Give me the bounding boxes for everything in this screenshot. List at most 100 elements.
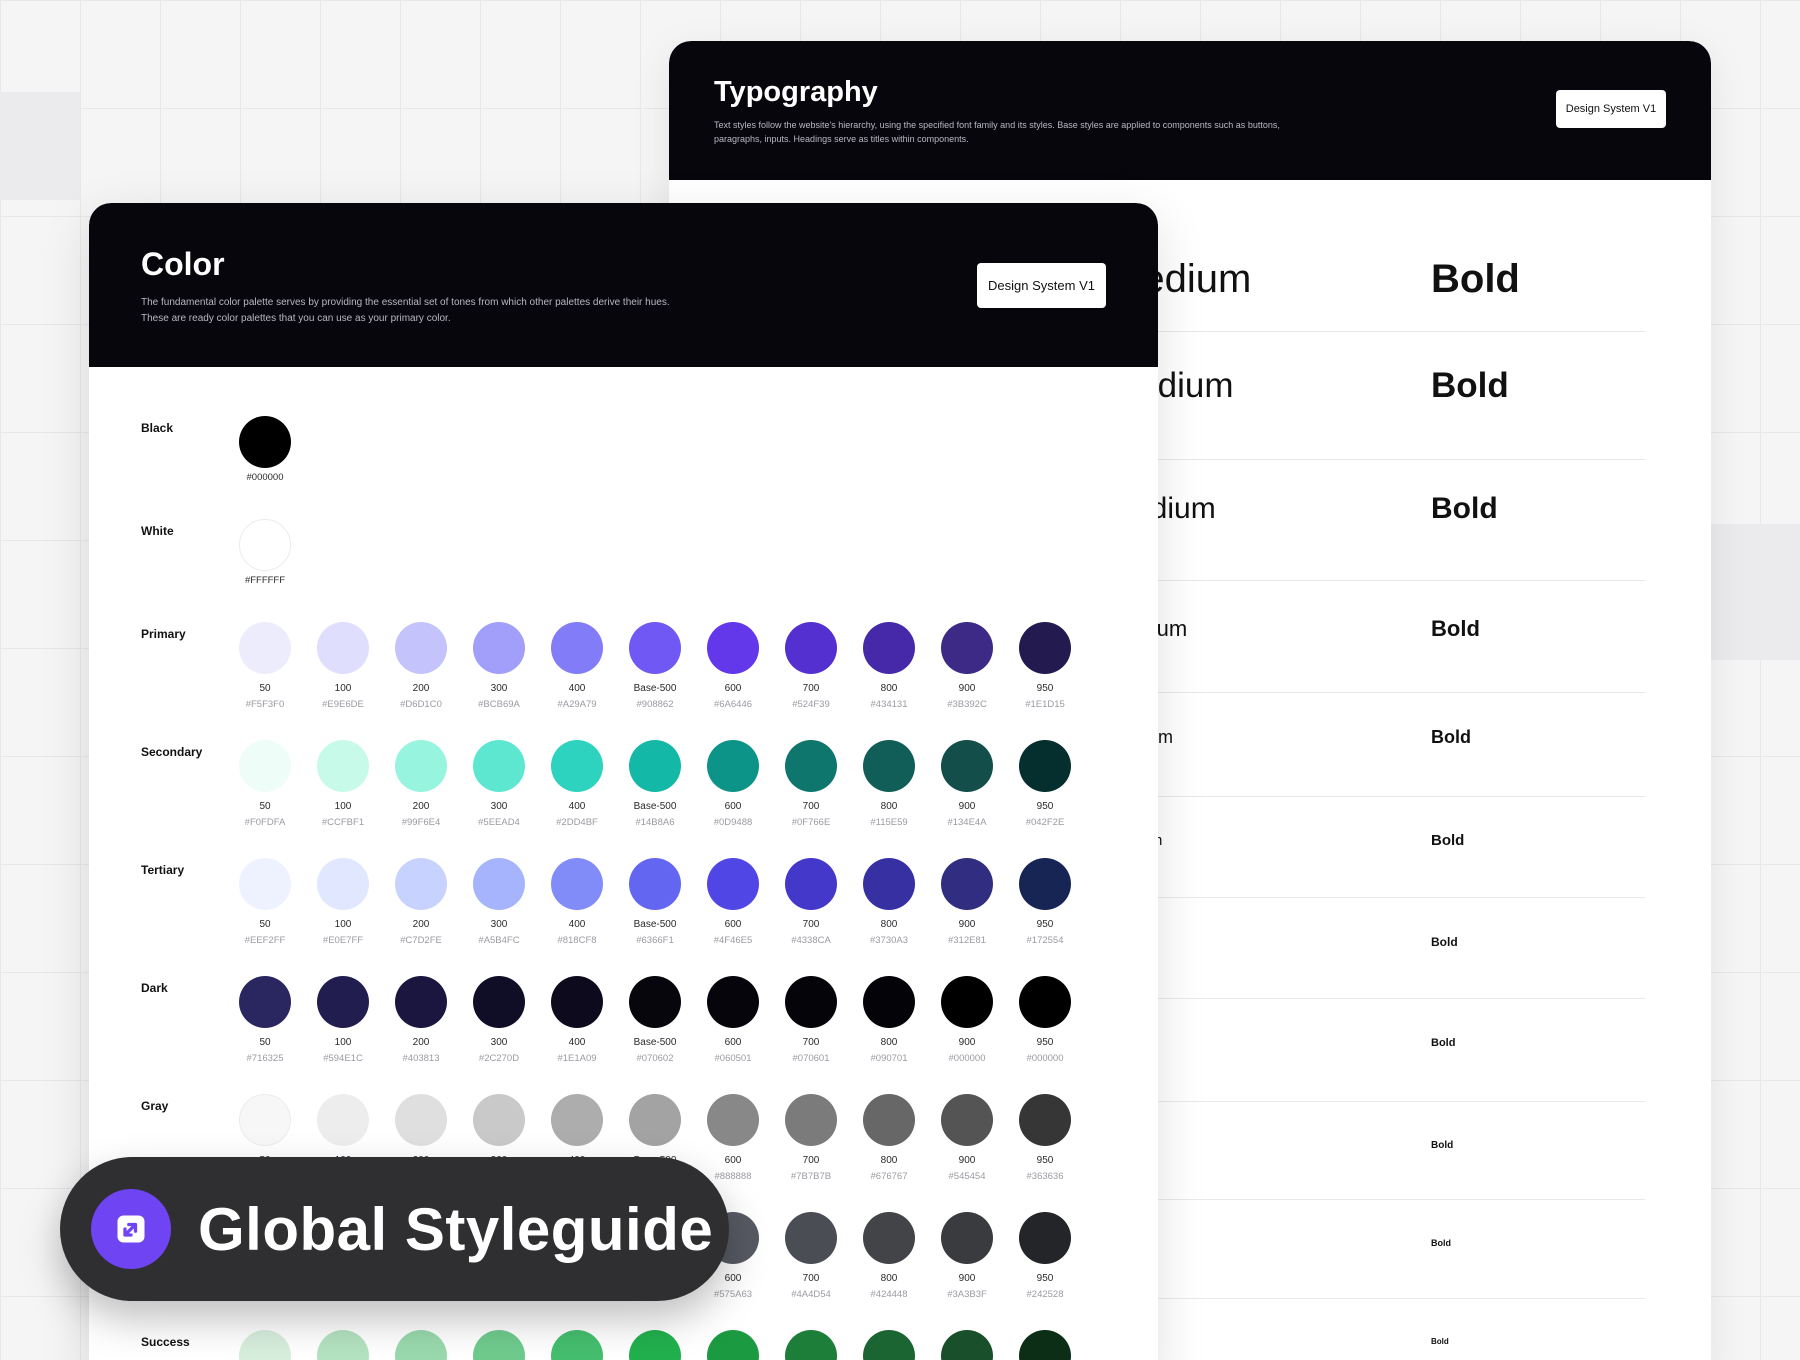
color-swatch[interactable]: 700 #4338CA [772, 858, 850, 947]
color-swatch[interactable]: 600 #060501 [694, 976, 772, 1065]
color-swatch[interactable]: 950 #172554 [1006, 858, 1084, 947]
color-swatch[interactable]: 700 #0F766E [772, 740, 850, 829]
color-swatch[interactable]: 800 #424448 [850, 1212, 928, 1301]
swatch-hex: #2DD4BF [556, 817, 598, 828]
color-swatch[interactable]: 600 #0D9488 [694, 740, 772, 829]
swatch-circle [473, 740, 525, 792]
color-swatch[interactable]: 50 #716325 [226, 976, 304, 1065]
color-swatch[interactable]: 300 #A5B4FC [460, 858, 538, 947]
swatch-circle [395, 1094, 447, 1146]
color-swatch[interactable]: 900 #3A3B3F [928, 1212, 1006, 1301]
color-swatch[interactable]: #FFFFFF [226, 519, 304, 587]
color-swatch[interactable]: 200 #99F6E4 [382, 740, 460, 829]
swatch-circle [395, 622, 447, 674]
swatch-circle [785, 740, 837, 792]
color-swatch[interactable]: 700 #4A4D54 [772, 1212, 850, 1301]
color-swatch[interactable]: 200 #C7D2FE [382, 858, 460, 947]
color-swatch[interactable]: 950 #1E1D15 [1006, 622, 1084, 711]
color-swatch[interactable]: 50 #F0FDFA [226, 740, 304, 829]
type-sample-bold: Bold [1431, 1238, 1451, 1248]
swatch-circle [707, 1330, 759, 1360]
color-swatch[interactable] [694, 1330, 772, 1360]
color-swatch[interactable] [928, 1330, 1006, 1360]
color-swatch[interactable]: Base-500 #070602 [616, 976, 694, 1065]
color-swatch[interactable] [850, 1330, 928, 1360]
design-system-badge[interactable]: Design System V1 [977, 263, 1106, 308]
color-swatch[interactable] [460, 1330, 538, 1360]
type-style-row: MediumBold [1109, 460, 1645, 581]
color-swatch[interactable]: 300 #BCB69A [460, 622, 538, 711]
color-swatch[interactable]: 600 #6A6446 [694, 622, 772, 711]
color-swatch[interactable]: Base-500 #6366F1 [616, 858, 694, 947]
type-sample-bold: Bold [1431, 935, 1458, 949]
color-swatch[interactable]: Base-500 #908862 [616, 622, 694, 711]
color-swatch[interactable]: 400 #2DD4BF [538, 740, 616, 829]
swatch-circle [941, 1212, 993, 1264]
swatch-circle [629, 740, 681, 792]
color-swatch[interactable]: 900 #134E4A [928, 740, 1006, 829]
color-swatch[interactable] [616, 1330, 694, 1360]
color-swatch[interactable]: 700 #524F39 [772, 622, 850, 711]
swatch-shade: 700 [802, 1037, 820, 1048]
color-swatch[interactable]: 700 #7B7B7B [772, 1094, 850, 1183]
color-swatch[interactable]: 900 #000000 [928, 976, 1006, 1065]
type-sample-bold: Bold [1431, 727, 1471, 747]
swatch-hex: #4A4D54 [791, 1289, 831, 1300]
color-swatch[interactable]: #000000 [226, 416, 304, 484]
color-swatch[interactable] [772, 1330, 850, 1360]
color-swatch[interactable]: 600 #888888 [694, 1094, 772, 1183]
color-swatch[interactable]: 900 #545454 [928, 1094, 1006, 1183]
color-swatch[interactable]: 400 #1E1A09 [538, 976, 616, 1065]
color-swatch[interactable]: 100 #CCFBF1 [304, 740, 382, 829]
color-swatch[interactable] [538, 1330, 616, 1360]
color-swatch[interactable]: 800 #3730A3 [850, 858, 928, 947]
color-swatch[interactable]: 400 #818CF8 [538, 858, 616, 947]
swatch-shade: Base-500 [633, 1037, 677, 1048]
color-swatch[interactable]: 100 #594E1C [304, 976, 382, 1065]
color-swatch[interactable] [1006, 1330, 1084, 1360]
color-swatch[interactable]: 200 #403813 [382, 976, 460, 1065]
color-swatch[interactable]: 800 #434131 [850, 622, 928, 711]
swatch-shade: 950 [1036, 1273, 1054, 1284]
color-swatch[interactable]: 950 #042F2E [1006, 740, 1084, 829]
color-swatch[interactable]: 50 #F5F3F0 [226, 622, 304, 711]
swatch-circle [551, 1094, 603, 1146]
swatch-shade: 300 [490, 919, 508, 930]
color-swatch[interactable]: Base-500 #14B8A6 [616, 740, 694, 829]
color-swatch[interactable]: 700 #070601 [772, 976, 850, 1065]
color-swatch[interactable]: 100 #E0E7FF [304, 858, 382, 947]
color-swatch[interactable]: 600 #4F46E5 [694, 858, 772, 947]
color-swatch[interactable] [382, 1330, 460, 1360]
color-swatch[interactable]: 950 #363636 [1006, 1094, 1084, 1183]
swatch-hex: #F0FDFA [244, 817, 286, 828]
color-swatch[interactable]: 300 #5EEAD4 [460, 740, 538, 829]
type-style-row: MediumBold [1109, 581, 1645, 693]
swatch-hex: #545454 [948, 1171, 986, 1182]
global-styleguide-pill[interactable]: Global Styleguide [60, 1157, 729, 1301]
color-swatch[interactable]: 100 #E9E6DE [304, 622, 382, 711]
color-swatch[interactable]: 300 #2C270D [460, 976, 538, 1065]
pill-label: Global Styleguide [198, 1196, 714, 1263]
swatch-hex: #0D9488 [713, 817, 753, 828]
design-system-badge[interactable]: Design System V1 [1556, 90, 1666, 128]
swatch-hex: #000000 [1026, 1053, 1064, 1064]
color-swatch[interactable]: 900 #312E81 [928, 858, 1006, 947]
color-swatch[interactable]: 950 #242528 [1006, 1212, 1084, 1301]
color-swatch[interactable] [226, 1330, 304, 1360]
color-swatch[interactable] [304, 1330, 382, 1360]
swatch-shade: 600 [724, 801, 742, 812]
color-swatch[interactable]: 200 #D6D1C0 [382, 622, 460, 711]
swatch-hex: #2C270D [478, 1053, 520, 1064]
swatch-shade: 400 [568, 801, 586, 812]
color-swatch[interactable]: 800 #090701 [850, 976, 928, 1065]
color-swatch[interactable]: 800 #115E59 [850, 740, 928, 829]
swatch-circle [395, 976, 447, 1028]
background-block [0, 92, 80, 200]
swatch-circle [941, 976, 993, 1028]
color-swatch[interactable]: 50 #EEF2FF [226, 858, 304, 947]
swatch-shade: 800 [880, 1155, 898, 1166]
color-swatch[interactable]: 950 #000000 [1006, 976, 1084, 1065]
color-swatch[interactable]: 900 #3B392C [928, 622, 1006, 711]
color-swatch[interactable]: 800 #676767 [850, 1094, 928, 1183]
color-swatch[interactable]: 400 #A29A79 [538, 622, 616, 711]
